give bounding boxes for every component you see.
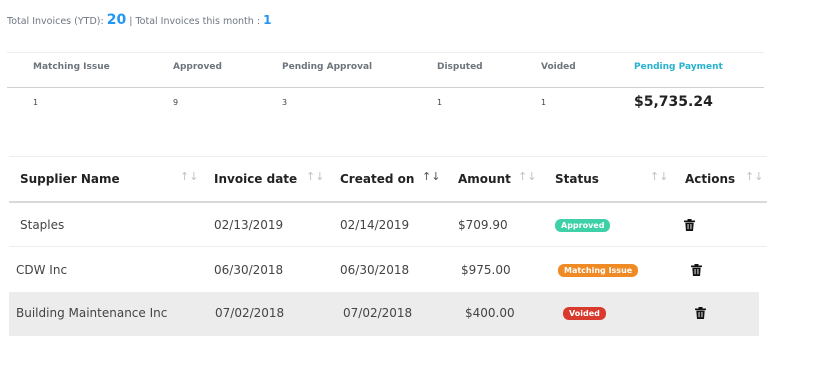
cell-supplier-name: Building Maintenance Inc (16, 306, 168, 320)
column-header-supplier-name[interactable]: Supplier Name (20, 172, 120, 186)
cell-invoice-date: 07/02/2018 (215, 306, 285, 320)
column-header-invoice-date[interactable]: Invoice date (214, 172, 297, 186)
stat-value-disputed: 1 (437, 98, 443, 107)
ytd-count: 20 (106, 12, 127, 28)
cell-created-on: 02/14/2019 (340, 218, 410, 232)
stat-header-divider (7, 87, 764, 88)
sort-arrows-icon[interactable]: ↑↓ (745, 170, 763, 183)
stat-header-disputed: Disputed (437, 62, 483, 72)
cell-created-on: 07/02/2018 (343, 306, 413, 320)
month-count: 1 (263, 13, 272, 27)
sort-arrows-icon[interactable]: ↑↓ (306, 170, 324, 183)
cell-amount: $709.90 (458, 218, 508, 232)
cell-invoice-date: 06/30/2018 (214, 263, 284, 277)
stat-value-approved: 9 (173, 98, 179, 107)
table-header-divider (9, 201, 767, 203)
summary-separator: | (129, 16, 133, 27)
stat-top-divider (7, 52, 764, 53)
cell-amount: $975.00 (461, 263, 511, 277)
stat-header-pending-approval: Pending Approval (282, 62, 373, 72)
stat-value-voided: 1 (541, 98, 547, 107)
cell-supplier-name: CDW Inc (16, 263, 68, 277)
column-header-actions: Actions (685, 172, 736, 186)
trash-icon[interactable] (695, 307, 706, 319)
status-summary-table: Matching Issue Approved Pending Approval… (7, 52, 764, 122)
stat-value-matching-issue: 1 (33, 98, 39, 107)
column-header-status[interactable]: Status (555, 172, 599, 186)
invoice-summary: Total Invoices (YTD): 20 | Total Invoice… (7, 12, 271, 28)
sort-arrows-icon[interactable]: ↑↓ (518, 170, 536, 183)
cell-invoice-date: 02/13/2019 (214, 218, 284, 232)
table-row-divider (9, 246, 767, 247)
stat-value-pending-approval: 3 (282, 98, 288, 107)
table-top-divider (9, 156, 767, 157)
stat-header-pending-payment: Pending Payment (634, 62, 723, 72)
sort-arrows-icon[interactable]: ↑↓ (650, 170, 668, 183)
trash-icon[interactable] (691, 264, 702, 276)
sort-arrows-icon[interactable]: ↑↓ (180, 170, 198, 183)
sort-arrows-icon[interactable]: ↑↓ (422, 170, 440, 183)
cell-created-on: 06/30/2018 (340, 263, 410, 277)
stat-header-approved: Approved (173, 62, 222, 72)
stat-header-voided: Voided (541, 62, 576, 72)
status-badge: Matching Issue (558, 264, 639, 277)
cell-amount: $400.00 (465, 306, 515, 320)
stat-header-matching-issue: Matching Issue (33, 62, 110, 72)
trash-icon[interactable] (684, 219, 695, 231)
stat-value-pending-payment: $5,735.24 (634, 94, 713, 110)
cell-supplier-name: Staples (20, 218, 65, 232)
status-badge: Approved (555, 219, 611, 232)
column-header-created-on[interactable]: Created on (340, 172, 414, 186)
month-label: Total Invoices this month : (135, 16, 261, 27)
status-badge: Voided (563, 307, 606, 320)
column-header-amount[interactable]: Amount (458, 172, 511, 186)
ytd-label: Total Invoices (YTD): (7, 16, 104, 27)
